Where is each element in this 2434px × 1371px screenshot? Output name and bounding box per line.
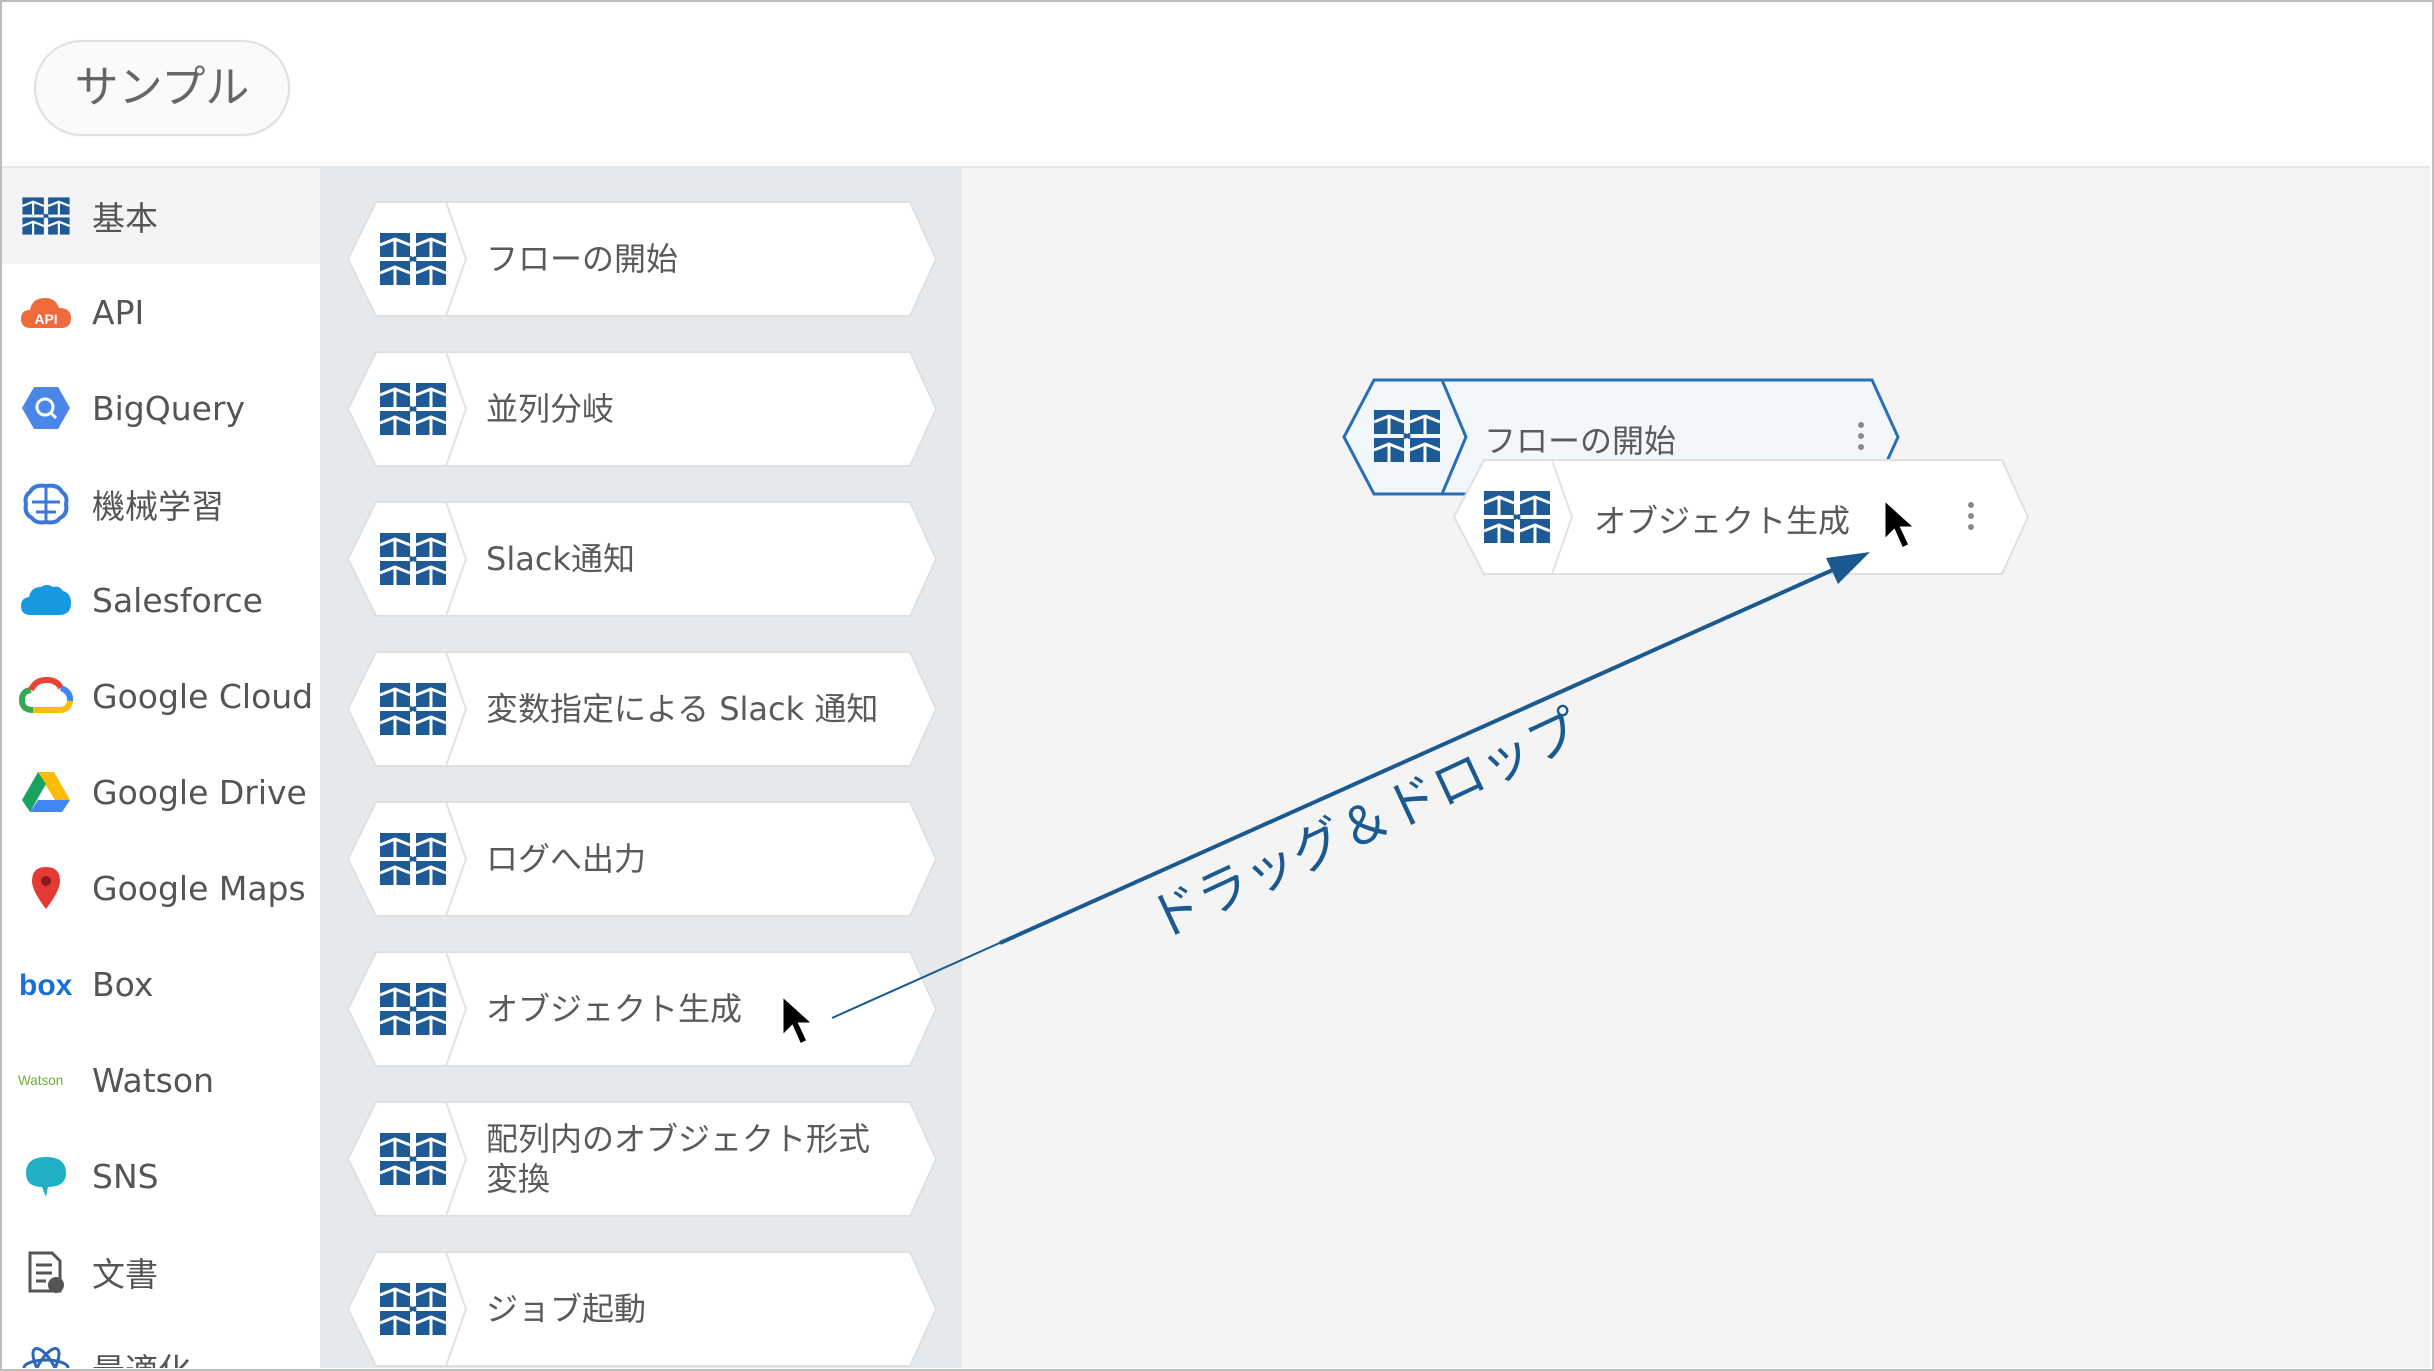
palette-node-flow-start[interactable]: フローの開始 [346, 200, 938, 318]
palette-node-parallel-branch[interactable]: 並列分岐 [346, 350, 938, 468]
category-item-sns[interactable]: SNS [2, 1128, 320, 1224]
palette-node-object-create[interactable]: オブジェクト生成 [346, 950, 938, 1068]
category-item-basic[interactable]: 基本 [2, 168, 320, 264]
node-label: フローの開始 [486, 240, 679, 278]
category-item-google-drive[interactable]: Google Drive [2, 744, 320, 840]
node-label: 配列内のオブジェクト形式変換 [486, 1120, 871, 1198]
category-item-salesforce[interactable]: Salesforce [2, 552, 320, 648]
cube-icon [378, 1281, 448, 1337]
bigquery-icon [18, 380, 74, 436]
google-drive-icon [18, 764, 74, 820]
category-label: 最適化 [92, 1344, 191, 1368]
category-label: SNS [92, 1156, 159, 1196]
header-bar: サンプル [2, 2, 2430, 168]
category-label: Google Cloud [92, 676, 314, 716]
category-label: BigQuery [92, 388, 246, 428]
svg-text:Watson: Watson [18, 1073, 63, 1088]
category-label: Google Maps [92, 868, 306, 908]
category-item-machine-learning[interactable]: 機械学習 [2, 456, 320, 552]
node-label: フローの開始 [1484, 422, 1677, 460]
palette-node-slack-notify[interactable]: Slack通知 [346, 500, 938, 618]
cube-icon [378, 231, 448, 287]
category-item-box[interactable]: box Box [2, 936, 320, 1032]
flow-title[interactable]: サンプル [34, 40, 290, 136]
node-menu-icon[interactable] [1968, 502, 1976, 535]
category-item-google-cloud[interactable]: Google Cloud [2, 648, 320, 744]
category-label: Box [92, 964, 154, 1004]
svg-text:API: API [34, 311, 57, 327]
node-menu-icon[interactable] [1858, 422, 1866, 455]
mouse-pointer-icon [780, 993, 818, 1048]
api-cloud-icon: API [18, 284, 74, 340]
category-label: Salesforce [92, 580, 263, 620]
flow-canvas[interactable]: フローの開始 オブジェクト生成 [962, 168, 2430, 1368]
cube-icon [1482, 489, 1552, 545]
node-label: ジョブ起動 [486, 1290, 647, 1328]
google-cloud-icon [18, 668, 74, 724]
category-item-watson[interactable]: Watson Watson [2, 1032, 320, 1128]
cube-icon [378, 381, 448, 437]
watson-logo-icon: Watson [18, 1052, 74, 1108]
category-item-api[interactable]: API API [2, 264, 320, 360]
category-label: 機械学習 [92, 487, 224, 526]
speech-bubble-icon [18, 1148, 74, 1204]
cube-icon [378, 681, 448, 737]
node-label: Slack通知 [486, 540, 635, 578]
brain-icon [18, 476, 74, 532]
category-label: Google Drive [92, 772, 307, 812]
canvas-node-object-create[interactable]: オブジェクト生成 [1452, 458, 2032, 576]
cube-icon [1372, 408, 1442, 464]
cube-icon [18, 188, 74, 244]
cube-icon [378, 981, 448, 1037]
atom-icon [18, 1340, 74, 1368]
palette-node-job-start[interactable]: ジョブ起動 [346, 1250, 938, 1368]
node-label: ログへ出力 [486, 840, 647, 878]
map-pin-icon [18, 860, 74, 916]
svg-text:box: box [19, 969, 73, 999]
category-item-bigquery[interactable]: BigQuery [2, 360, 320, 456]
category-item-document[interactable]: 文書 [2, 1224, 320, 1320]
cube-icon [378, 1131, 448, 1187]
category-item-google-maps[interactable]: Google Maps [2, 840, 320, 936]
palette-node-slack-notify-variable[interactable]: 変数指定による Slack 通知 [346, 650, 938, 768]
node-label: オブジェクト生成 [1594, 502, 1851, 540]
mouse-pointer-icon [1882, 497, 1920, 552]
category-label: API [92, 292, 145, 332]
node-label: オブジェクト生成 [486, 990, 743, 1028]
salesforce-cloud-icon [18, 572, 74, 628]
node-label: 並列分岐 [486, 390, 615, 428]
category-label: 文書 [92, 1255, 158, 1294]
category-label: 基本 [92, 199, 158, 238]
cube-icon [378, 531, 448, 587]
node-label: 変数指定による Slack 通知 [486, 690, 879, 728]
palette-node-log-output[interactable]: ログへ出力 [346, 800, 938, 918]
cube-icon [378, 831, 448, 887]
palette-node-array-object-convert[interactable]: 配列内のオブジェクト形式変換 [346, 1100, 938, 1218]
box-logo-icon: box [18, 956, 74, 1012]
category-label: Watson [92, 1060, 214, 1100]
category-sidebar: 基本 API API BigQuery 機械学習 Salesforce Goog… [2, 168, 320, 1368]
document-icon [18, 1244, 74, 1300]
category-item-optimization[interactable]: 最適化 [2, 1320, 320, 1368]
node-palette: フローの開始 並列分岐 Slack通知 変数指定による Slack 通知 ログへ… [320, 168, 962, 1368]
